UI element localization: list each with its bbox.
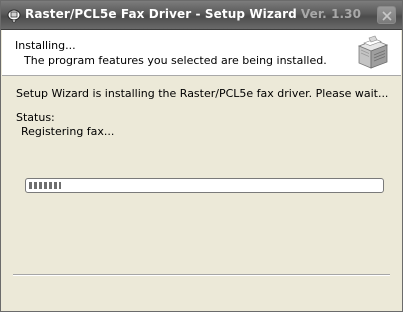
header-title: Installing... bbox=[15, 39, 76, 52]
status-value: Registering fax... bbox=[21, 125, 115, 138]
close-icon bbox=[382, 11, 392, 21]
window-title: Raster/PCL5e Fax Driver - Setup Wizard Ve… bbox=[25, 7, 361, 21]
window-version: Ver. 1.30 bbox=[300, 7, 362, 21]
header-subtitle: The program features you selected are be… bbox=[24, 54, 327, 67]
printer-icon bbox=[7, 8, 21, 23]
status-label: Status: bbox=[16, 111, 55, 124]
setup-wizard-window: Raster/PCL5e Fax Driver - Setup Wizard Ve… bbox=[0, 0, 403, 312]
title-bar[interactable]: Raster/PCL5e Fax Driver - Setup Wizard Ve… bbox=[1, 1, 402, 30]
printer-graphic-icon bbox=[355, 34, 389, 70]
progress-bar bbox=[25, 178, 384, 193]
install-message: Setup Wizard is installing the Raster/PC… bbox=[16, 87, 389, 100]
wizard-header: Installing... The program features you s… bbox=[2, 30, 401, 76]
footer-separator bbox=[13, 274, 390, 276]
progress-fill bbox=[29, 182, 61, 189]
window-title-text: Raster/PCL5e Fax Driver - Setup Wizard bbox=[25, 7, 297, 21]
close-button[interactable] bbox=[377, 6, 396, 24]
